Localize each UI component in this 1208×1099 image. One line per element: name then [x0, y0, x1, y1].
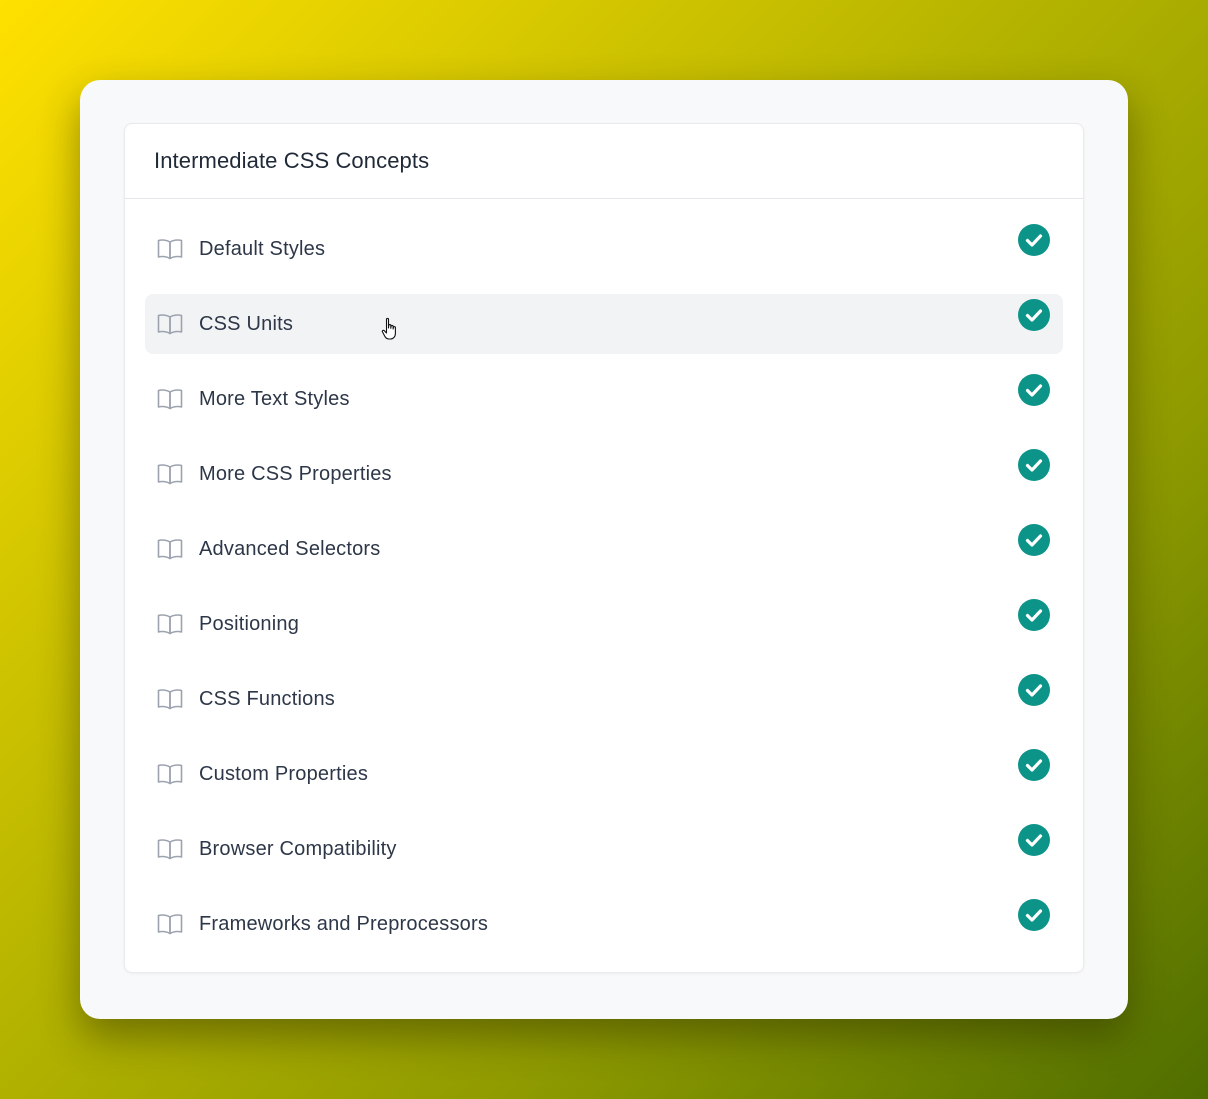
lesson-item-5[interactable]: Advanced Selectors: [145, 519, 1063, 579]
lesson-item-6[interactable]: Positioning: [145, 594, 1063, 654]
book-open-icon: [156, 837, 184, 861]
book-open-icon: [156, 237, 184, 261]
hand-pointer-icon: [381, 317, 399, 341]
book-open-icon: [156, 312, 184, 336]
book-open-icon: [156, 612, 184, 636]
lesson-label: Advanced Selectors: [199, 537, 381, 560]
lesson-item-4[interactable]: More CSS Properties: [145, 444, 1063, 504]
outer-card: Intermediate CSS Concepts Default Styles…: [80, 80, 1128, 1019]
lesson-label: CSS Functions: [199, 687, 335, 710]
book-open-icon: [156, 462, 184, 486]
lesson-label: Default Styles: [199, 237, 326, 260]
lesson-item-9[interactable]: Browser Compatibility: [145, 819, 1063, 879]
check-circle-icon: [1018, 599, 1050, 631]
lesson-label: Frameworks and Preprocessors: [199, 912, 489, 935]
lesson-item-8[interactable]: Custom Properties: [145, 744, 1063, 804]
lesson-label: More CSS Properties: [199, 462, 392, 485]
book-open-icon: [156, 387, 184, 411]
check-circle-icon: [1018, 674, 1050, 706]
card-title: Intermediate CSS Concepts: [154, 148, 430, 173]
lesson-item-7[interactable]: CSS Functions: [145, 669, 1063, 729]
lesson-label: More Text Styles: [199, 387, 350, 410]
check-circle-icon: [1018, 224, 1050, 256]
check-circle-icon: [1018, 299, 1050, 331]
lesson-label: Custom Properties: [199, 762, 369, 785]
book-open-icon: [156, 537, 184, 561]
check-circle-icon: [1018, 524, 1050, 556]
check-circle-icon: [1018, 824, 1050, 856]
lesson-item-1[interactable]: Default Styles: [145, 219, 1063, 279]
check-circle-icon: [1018, 374, 1050, 406]
lesson-item-10[interactable]: Frameworks and Preprocessors: [145, 894, 1063, 954]
check-circle-icon: [1018, 749, 1050, 781]
lesson-label: Positioning: [199, 612, 300, 635]
lesson-label: Browser Compatibility: [199, 837, 397, 860]
book-open-icon: [156, 912, 184, 936]
lesson-card: Intermediate CSS Concepts Default Styles…: [124, 123, 1084, 973]
book-open-icon: [156, 762, 184, 786]
lesson-item-3[interactable]: More Text Styles: [145, 369, 1063, 429]
book-open-icon: [156, 687, 184, 711]
check-circle-icon: [1018, 899, 1050, 931]
card-header: Intermediate CSS Concepts: [125, 124, 1083, 199]
lesson-item-2[interactable]: CSS Units: [145, 294, 1063, 354]
check-circle-icon: [1018, 449, 1050, 481]
lesson-label: CSS Units: [199, 312, 294, 335]
lesson-list: Default Styles CSS Units More Text Style…: [125, 199, 1083, 954]
